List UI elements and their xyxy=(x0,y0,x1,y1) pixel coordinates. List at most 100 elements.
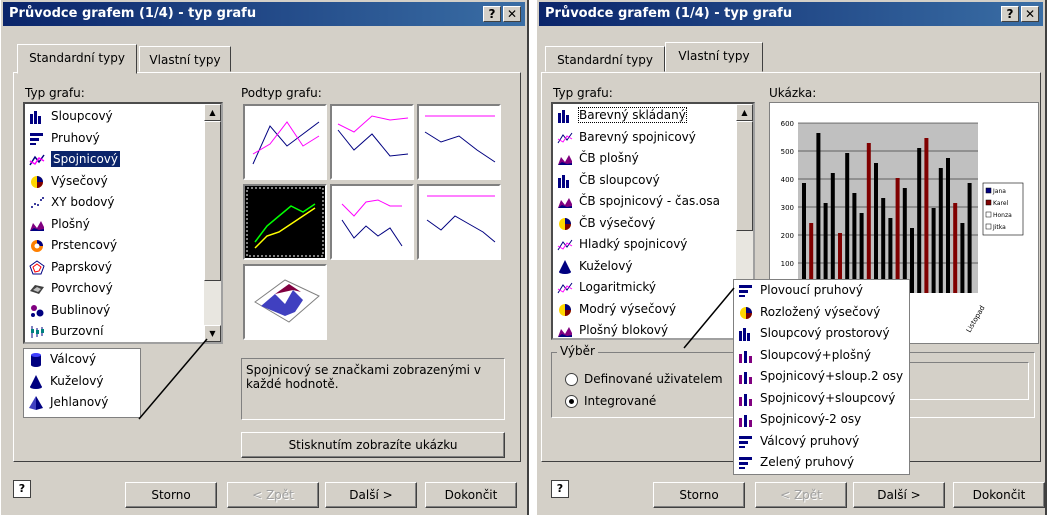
preview-button[interactable]: Stisknutím zobrazíte ukázku xyxy=(241,432,505,458)
help-icon[interactable]: ? xyxy=(13,480,31,498)
list-item[interactable]: Prstencový xyxy=(25,235,221,257)
tab-custom-types[interactable]: Vlastní typy xyxy=(139,46,231,72)
list-item[interactable]: Paprskový xyxy=(25,257,221,279)
help-icon[interactable]: ? xyxy=(551,480,569,498)
extra-type-list[interactable]: Válcový Kuželový Jehlanový xyxy=(23,348,141,418)
subtype-line[interactable] xyxy=(243,104,327,180)
list-item[interactable]: Spojnicový+sloupcový xyxy=(734,388,909,410)
list-item[interactable]: Kuželový xyxy=(24,371,140,393)
combo-chart-icon xyxy=(739,393,752,406)
cone-icon xyxy=(30,374,42,389)
list-item[interactable]: ČB spojnicový - čas.osa xyxy=(553,191,753,213)
list-item[interactable]: Válcový xyxy=(24,349,140,371)
bar xyxy=(802,183,806,293)
back-button[interactable]: < Zpět xyxy=(227,482,319,508)
subtype-stacked-line[interactable] xyxy=(330,104,414,180)
list-item[interactable]: Sloupcový+plošný xyxy=(734,345,909,367)
list-item[interactable]: Plošný xyxy=(25,214,221,236)
bar xyxy=(960,223,965,293)
legend-swatch xyxy=(985,187,992,194)
bar xyxy=(931,208,936,293)
list-item[interactable]: Válcový pruhový xyxy=(734,431,909,453)
y-tick-label: 500 xyxy=(781,148,794,156)
list-item[interactable]: Rozložený výsečový xyxy=(734,302,909,324)
subtype-line-markers[interactable] xyxy=(243,184,327,260)
finish-button[interactable]: Dokončit xyxy=(953,482,1045,508)
next-button[interactable]: Další > xyxy=(853,482,945,508)
list-item[interactable]: Výsečový xyxy=(25,171,221,193)
cancel-button[interactable]: Storno xyxy=(653,482,745,508)
next-button[interactable]: Další > xyxy=(325,482,417,508)
bar xyxy=(953,203,958,293)
column-chart-icon xyxy=(558,174,569,188)
selection-group-label: Výběr xyxy=(557,344,598,358)
close-button[interactable]: ✕ xyxy=(1021,6,1039,22)
list-item[interactable]: Bublinový xyxy=(25,300,221,322)
list-item[interactable]: Kuželový xyxy=(553,256,753,278)
list-item[interactable]: ČB plošný xyxy=(553,148,753,170)
title-bar: Průvodce grafem (1/4) - typ grafu ? ✕ xyxy=(539,2,1043,26)
list-item[interactable]: Hladký spojnicový xyxy=(553,234,753,256)
help-title-button[interactable]: ? xyxy=(1001,6,1019,22)
list-item[interactable]: Zelený pruhový xyxy=(734,452,909,474)
area-chart-icon xyxy=(30,220,44,231)
combo-chart-icon xyxy=(739,350,752,363)
scroll-thumb[interactable] xyxy=(204,121,221,281)
legend-label: Honza xyxy=(993,212,1012,219)
line-markers-subtype-icon xyxy=(246,187,324,257)
list-item[interactable]: Barevný skládaný xyxy=(553,105,753,127)
surface-chart-icon xyxy=(30,285,44,294)
subtype-100-markers[interactable] xyxy=(417,184,501,260)
cancel-button[interactable]: Storno xyxy=(125,482,217,508)
legend-swatch xyxy=(985,211,992,218)
connector-line xyxy=(683,287,735,349)
radio-dot xyxy=(565,395,578,408)
list-item[interactable]: Plovoucí pruhový xyxy=(734,280,909,302)
pie-chart-icon xyxy=(559,217,571,230)
radio-user-defined[interactable]: Definované uživatelem xyxy=(565,372,723,386)
subtype-stacked-markers[interactable] xyxy=(330,184,414,260)
radio-dot xyxy=(565,373,578,386)
list-item[interactable]: ČB výsečový xyxy=(553,213,753,235)
bar-chart-icon xyxy=(739,457,752,469)
back-button[interactable]: < Zpět xyxy=(755,482,847,508)
list-item[interactable]: XY bodový xyxy=(25,192,221,214)
list-item[interactable]: Sloupcový xyxy=(25,106,221,128)
list-item[interactable]: ČB sloupcový xyxy=(553,170,753,192)
tab-standard-types[interactable]: Standardní typy xyxy=(17,44,137,74)
chart-wizard-dialog-standard: Průvodce grafem (1/4) - typ grafu ? ✕ St… xyxy=(0,0,529,515)
radio-built-in[interactable]: Integrované xyxy=(565,394,656,408)
scroll-thumb[interactable] xyxy=(736,121,753,231)
line-chart-icon xyxy=(557,132,573,143)
list-item[interactable]: Povrchový xyxy=(25,278,221,300)
scroll-up-button[interactable]: ▲ xyxy=(736,104,753,121)
scroll-up-button[interactable]: ▲ xyxy=(204,104,221,121)
bar xyxy=(938,168,943,293)
y-tick-label: 600 xyxy=(781,120,794,128)
list-item[interactable]: Spojnicový-2 osy xyxy=(734,409,909,431)
list-item[interactable]: Spojnicový+sloup.2 osy xyxy=(734,366,909,388)
list-item[interactable]: Spojnicový xyxy=(25,149,221,171)
extra-custom-type-list[interactable]: Plovoucí pruhový Rozložený výsečový Slou… xyxy=(733,279,910,475)
column-chart-icon xyxy=(739,328,750,341)
list-item[interactable]: Jehlanový xyxy=(24,392,140,414)
radar-chart-icon xyxy=(29,259,45,274)
sample-label: Ukázka: xyxy=(769,86,817,100)
bar xyxy=(917,148,922,293)
y-tick-label: 100 xyxy=(781,260,794,268)
finish-button[interactable]: Dokončit xyxy=(425,482,517,508)
title-bar: Průvodce grafem (1/4) - typ grafu ? ✕ xyxy=(3,2,525,26)
subtype-100-stacked-line[interactable] xyxy=(417,104,501,180)
close-button[interactable]: ✕ xyxy=(503,6,521,22)
list-item[interactable]: Pruhový xyxy=(25,128,221,150)
chart-type-list[interactable]: Sloupcový Pruhový Spojnicový Výsečový XY… xyxy=(23,102,223,344)
help-title-button[interactable]: ? xyxy=(483,6,501,22)
list-item[interactable]: Barevný spojnicový xyxy=(553,127,753,149)
tab-custom-types[interactable]: Vlastní typy xyxy=(665,42,763,72)
scatter-chart-icon xyxy=(31,197,44,208)
list-item[interactable]: Sloupcový prostorový xyxy=(734,323,909,345)
subtype-3d-line[interactable] xyxy=(243,264,327,340)
tab-standard-types[interactable]: Standardní typy xyxy=(545,46,665,72)
doughnut-chart-icon xyxy=(31,240,43,252)
list-scrollbar[interactable]: ▲ ▼ xyxy=(204,104,221,342)
